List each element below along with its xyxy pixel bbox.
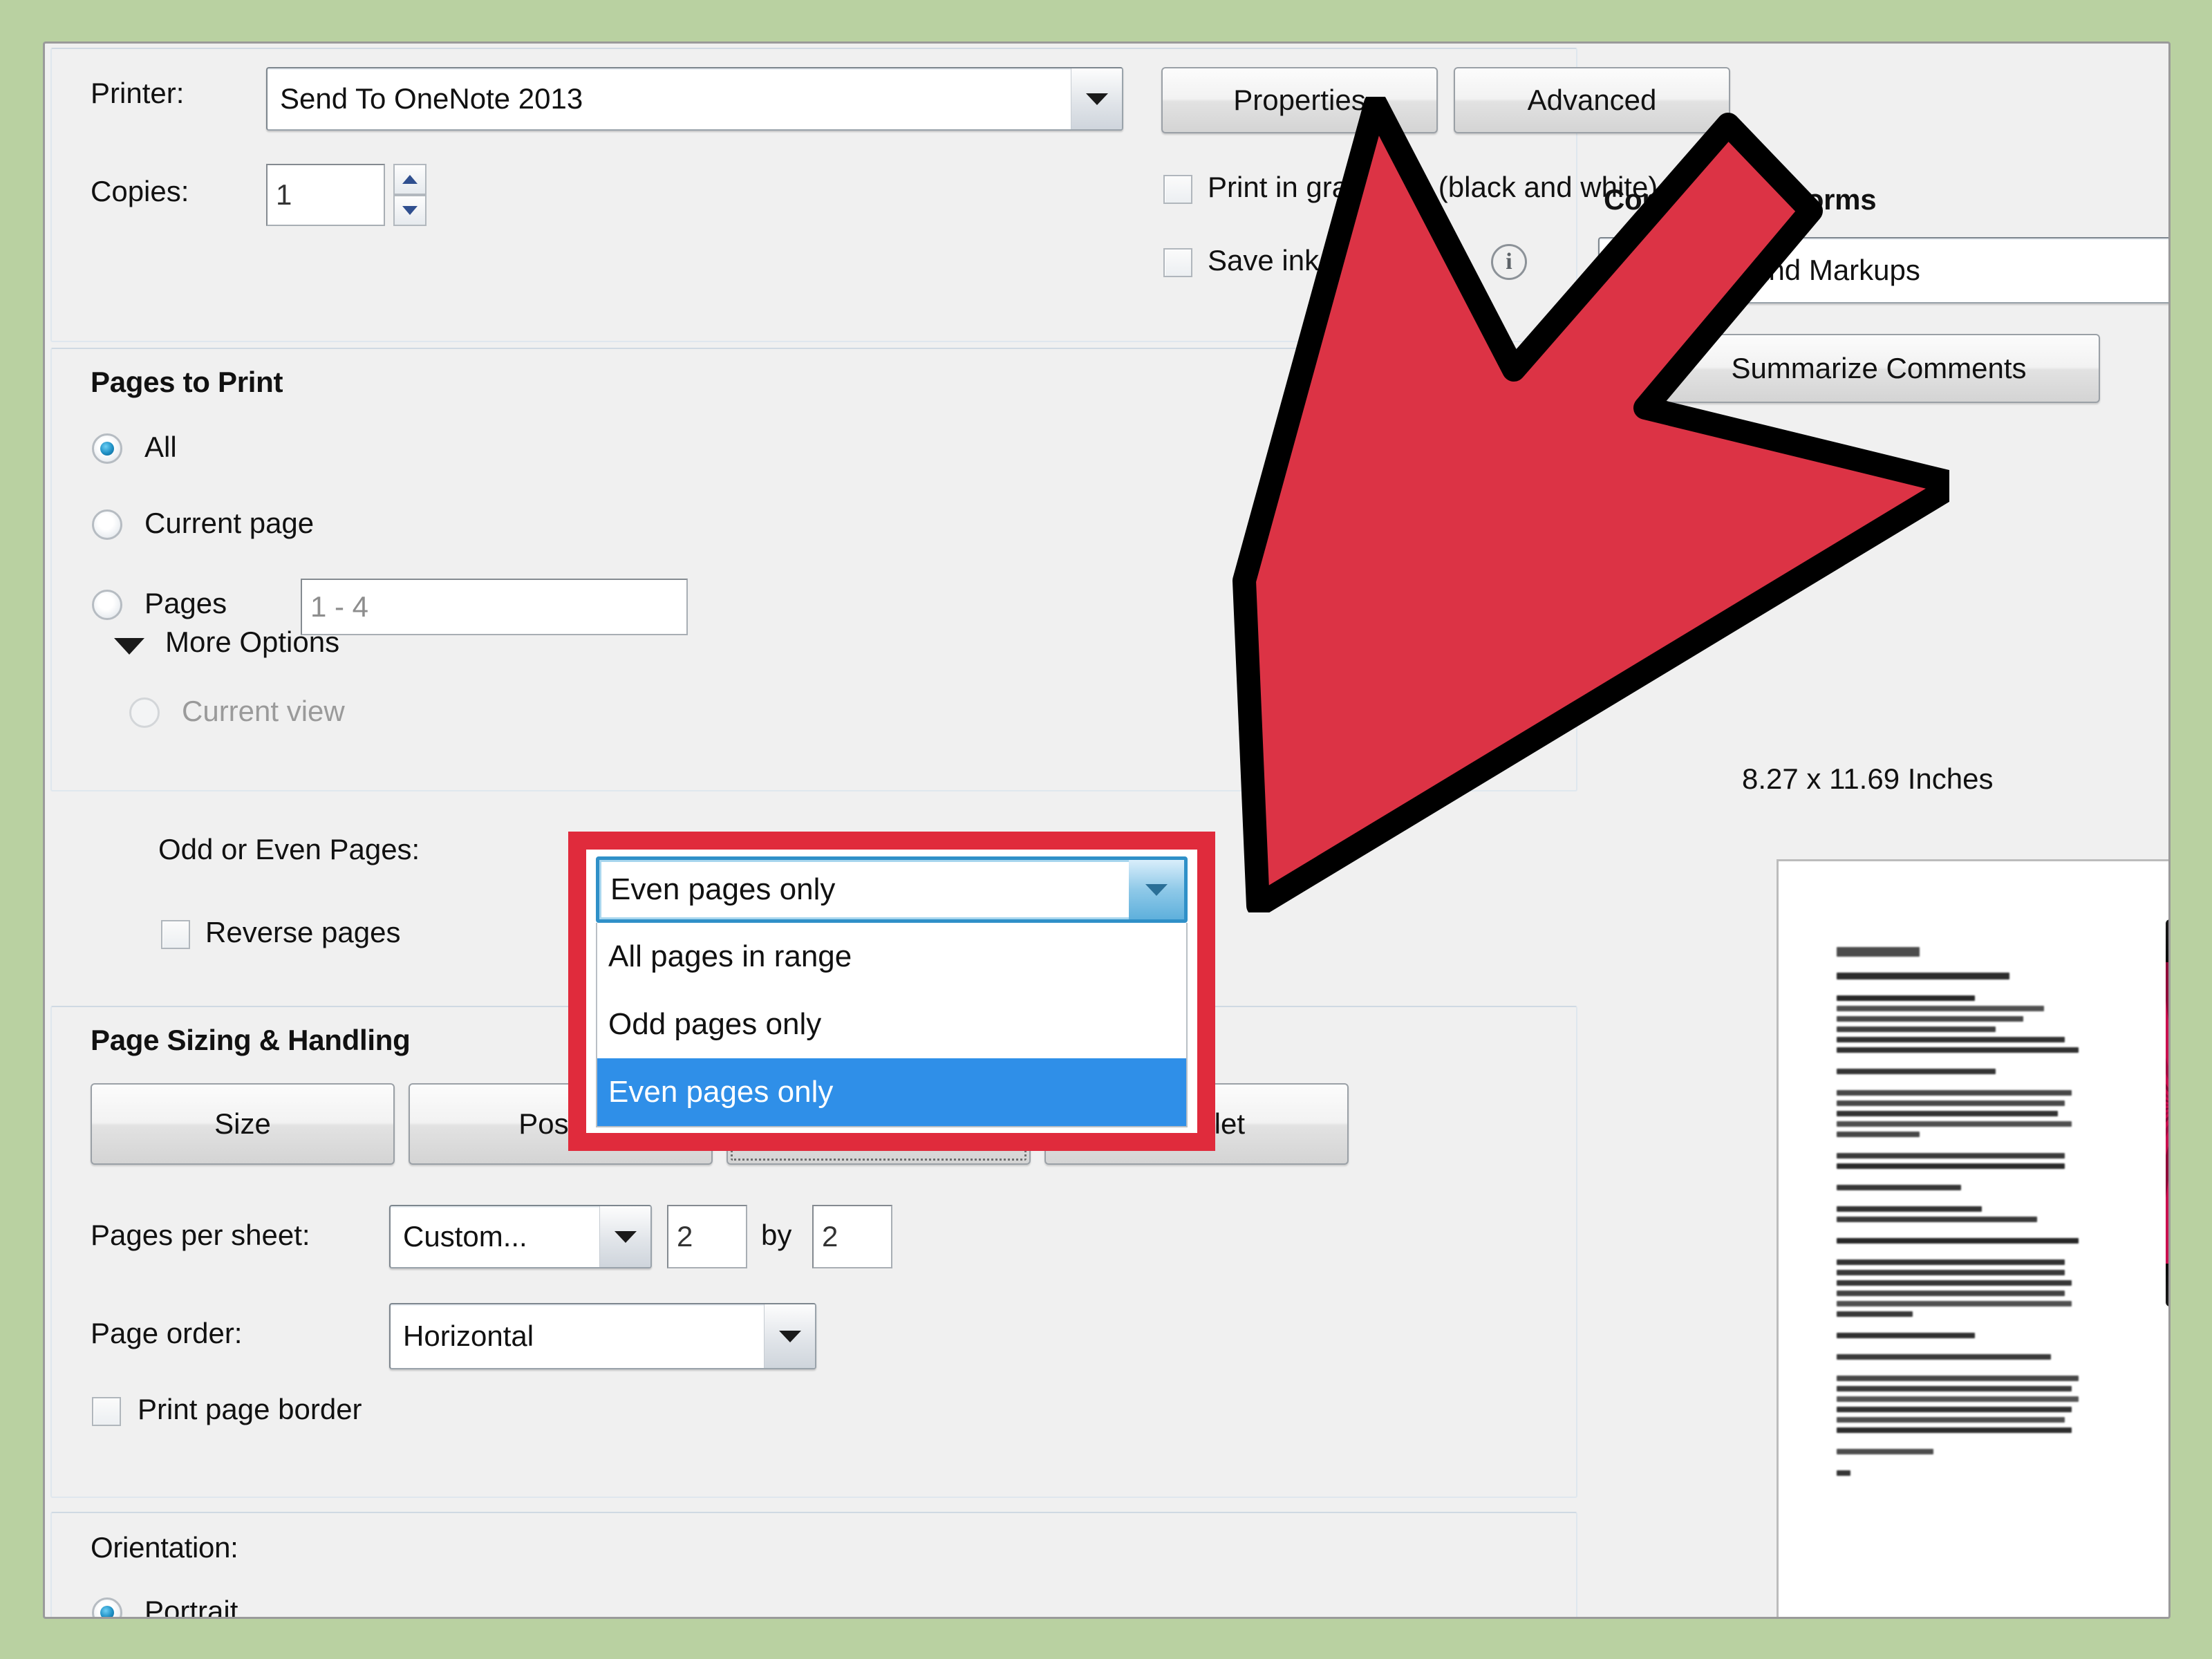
comments-and-forms-select[interactable]: Document and Markups — [1598, 237, 2171, 303]
save-ink-checkbox[interactable] — [1163, 248, 1192, 277]
radio-pages[interactable] — [92, 590, 122, 620]
odd-even-select[interactable]: Even pages only — [596, 856, 1188, 923]
comments-and-forms-value: Document and Markups — [1600, 254, 2171, 287]
chevron-down-icon — [1086, 93, 1108, 105]
orientation-group: Orientation: Portrait — [50, 1512, 1577, 1619]
page-order-select[interactable]: Horizontal — [389, 1303, 816, 1369]
printer-group: Printer: Send To OneNote 2013 Properties… — [50, 48, 1577, 342]
chevron-down-icon — [779, 1331, 801, 1342]
copies-stepper[interactable] — [393, 164, 427, 226]
option-all-pages-in-range[interactable]: All pages in range — [597, 923, 1186, 991]
odd-even-select-value: Even pages only — [599, 872, 1129, 907]
copies-increment-button[interactable] — [393, 164, 427, 195]
page-order-label: Page order: — [91, 1317, 242, 1350]
chevron-down-icon — [1145, 884, 1168, 896]
orientation-title: Orientation: — [91, 1531, 238, 1564]
radio-current-view-label: Current view — [182, 695, 345, 728]
radio-current-view — [129, 697, 160, 728]
page-order-value: Horizontal — [391, 1320, 764, 1353]
properties-button[interactable]: Properties — [1161, 67, 1438, 133]
radio-current-page[interactable] — [92, 509, 122, 540]
pages-per-sheet-label: Pages per sheet: — [91, 1219, 310, 1252]
preview-paper-size: 8.27 x 11.69 Inches — [1742, 762, 1993, 796]
save-ink-label: Save ink/toner — [1208, 244, 1394, 277]
radio-all-label: All — [144, 431, 177, 464]
copies-decrement-button[interactable] — [393, 195, 427, 226]
print-page-border-label: Print page border — [138, 1393, 362, 1426]
odd-even-dropdown-button[interactable] — [1129, 860, 1184, 919]
comments-and-forms-title: Comments & Forms — [1604, 183, 1876, 216]
print-preview-content — [1788, 871, 2171, 1615]
option-even-pages-only[interactable]: Even pages only — [597, 1058, 1186, 1126]
pages-per-sheet-value: Custom... — [391, 1220, 599, 1253]
more-options-label[interactable]: More Options — [165, 626, 339, 659]
pages-per-sheet-dropdown-button[interactable] — [599, 1206, 650, 1267]
grid-by-label: by — [761, 1219, 791, 1252]
grid-rows-input[interactable]: 2 — [812, 1205, 892, 1268]
copies-label: Copies: — [91, 175, 189, 208]
print-page-border-checkbox[interactable] — [92, 1397, 121, 1426]
pages-range-input[interactable]: 1 - 4 — [301, 579, 688, 635]
pages-per-sheet-select[interactable]: Custom... — [389, 1205, 652, 1268]
odd-even-dropdown-highlight: Even pages only All pages in range Odd p… — [568, 832, 1215, 1151]
reverse-pages-label: Reverse pages — [205, 916, 401, 949]
preview-phone-screen — [2166, 962, 2171, 1264]
printer-label: Printer: — [91, 77, 184, 110]
pages-to-print-title: Pages to Print — [91, 366, 283, 399]
grid-columns-input[interactable]: 2 — [667, 1205, 747, 1268]
print-dialog: Printer: Send To OneNote 2013 Properties… — [43, 41, 2171, 1619]
radio-portrait-label: Portrait — [144, 1595, 238, 1619]
radio-current-page-label: Current page — [144, 507, 314, 540]
page-order-dropdown-button[interactable] — [764, 1304, 815, 1368]
odd-even-option-list[interactable]: All pages in range Odd pages only Even p… — [596, 923, 1188, 1127]
caret-up-icon — [402, 175, 418, 184]
printer-select-value: Send To OneNote 2013 — [268, 82, 1071, 115]
printer-select[interactable]: Send To OneNote 2013 — [266, 67, 1123, 131]
printer-select-dropdown-button[interactable] — [1071, 68, 1122, 129]
caret-down-icon — [402, 206, 418, 215]
grayscale-checkbox[interactable] — [1163, 175, 1192, 204]
preview-phone-image — [2166, 919, 2171, 1306]
print-preview-page[interactable] — [1777, 859, 2171, 1619]
copies-input[interactable]: 1 — [266, 164, 385, 226]
radio-portrait[interactable] — [92, 1597, 122, 1619]
option-odd-pages-only[interactable]: Odd pages only — [597, 991, 1186, 1058]
radio-pages-label: Pages — [144, 587, 227, 620]
radio-all[interactable] — [92, 433, 122, 464]
summarize-comments-button[interactable]: Summarize Comments — [1658, 334, 2100, 403]
odd-or-even-label: Odd or Even Pages: — [158, 833, 420, 866]
info-icon[interactable]: i — [1491, 244, 1527, 280]
chevron-down-icon — [615, 1231, 637, 1243]
print-settings-column: Printer: Send To OneNote 2013 Properties… — [45, 44, 1583, 1617]
page-sizing-title: Page Sizing & Handling — [91, 1024, 410, 1057]
reverse-pages-checkbox[interactable] — [161, 920, 190, 949]
size-button[interactable]: Size — [91, 1083, 395, 1165]
more-options-toggle-icon[interactable] — [114, 638, 144, 655]
pages-to-print-group: Pages to Print All Current page Pages 1 … — [50, 348, 1577, 791]
